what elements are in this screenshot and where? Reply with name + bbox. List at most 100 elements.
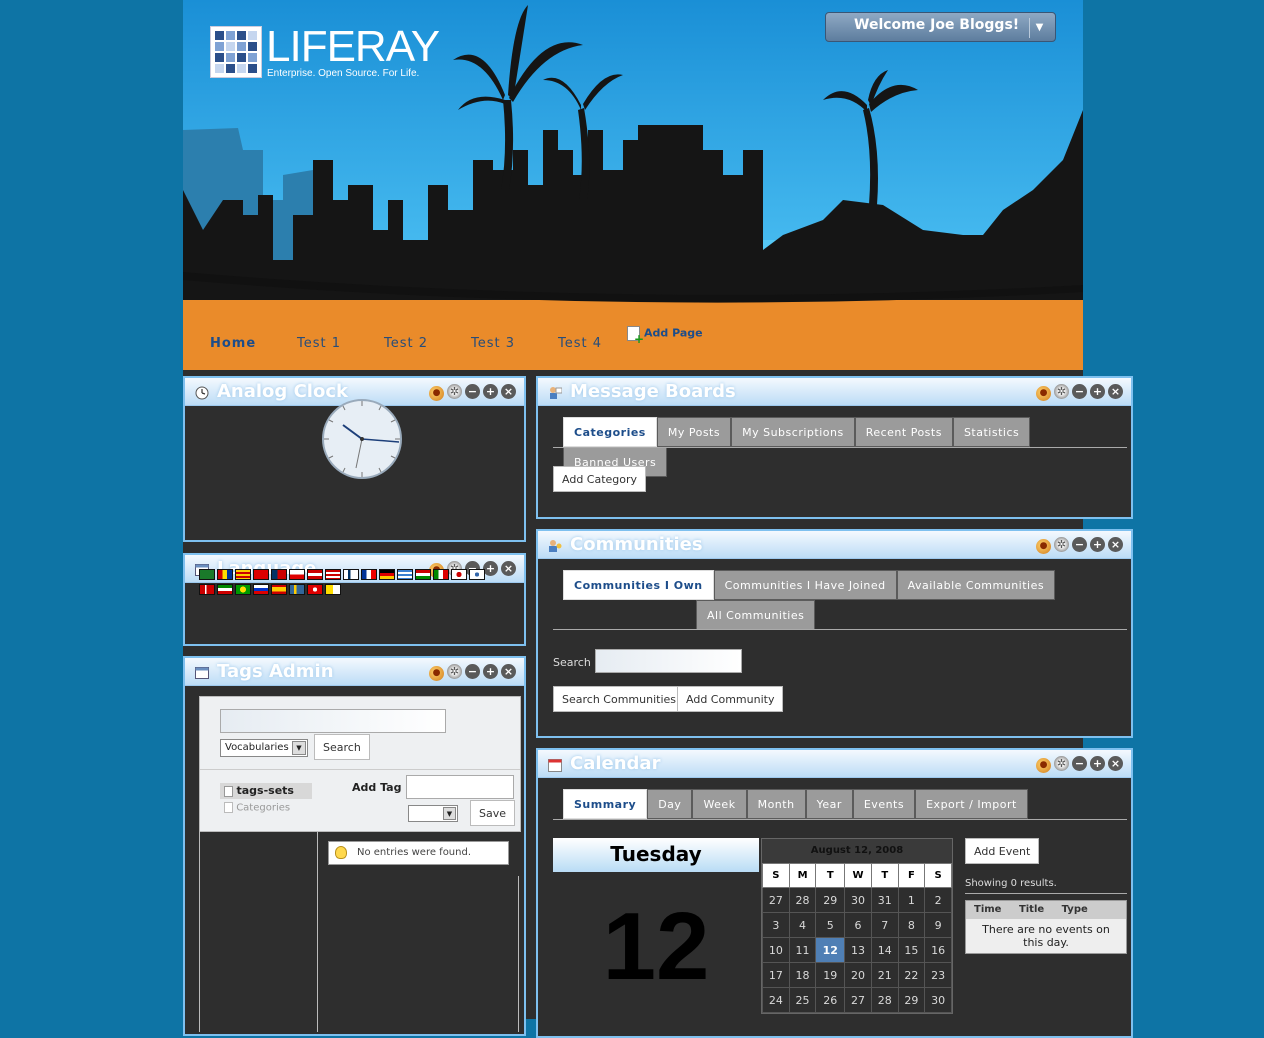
flag-icon[interactable] [217, 584, 233, 595]
flag-icon[interactable] [361, 569, 377, 580]
calendar-day[interactable]: 17 [762, 962, 790, 988]
tab-available-communities[interactable]: Available Communities [896, 570, 1056, 600]
maximize-icon[interactable]: + [483, 664, 498, 679]
flag-icon[interactable] [451, 569, 467, 580]
calendar-day[interactable]: 23 [924, 962, 952, 988]
add-category-button[interactable]: Add Category [553, 466, 647, 492]
configuration-icon[interactable]: ✲ [447, 384, 462, 399]
minimize-icon[interactable]: − [1072, 537, 1087, 552]
calendar-day[interactable]: 28 [788, 887, 817, 913]
welcome-menu[interactable]: Welcome Joe Bloggs! ▼ [825, 12, 1056, 42]
tags-search-input[interactable] [220, 709, 446, 733]
tab-export-import[interactable]: Export / Import [915, 789, 1028, 819]
calendar-day[interactable]: 24 [762, 987, 790, 1013]
calendar-day[interactable]: 9 [924, 912, 952, 938]
save-button[interactable]: Save [470, 800, 516, 826]
flag-icon[interactable] [379, 569, 395, 580]
tab-all-communities[interactable]: All Communities [696, 600, 816, 630]
maximize-icon[interactable]: + [1090, 756, 1105, 771]
minimize-icon[interactable]: − [1072, 756, 1087, 771]
chevron-down-icon[interactable]: ▼ [1029, 18, 1049, 38]
tab-my-posts[interactable]: My Posts [656, 417, 732, 447]
calendar-day[interactable]: 14 [870, 937, 899, 963]
calendar-day[interactable]: 27 [762, 887, 790, 913]
tab-my-subscriptions[interactable]: My Subscriptions [731, 417, 855, 447]
calendar-day[interactable]: 3 [762, 912, 790, 938]
calendar-day[interactable]: 16 [924, 937, 952, 963]
liferay-logo[interactable]: LIFERAY Enterprise. Open Source. For Lif… [210, 22, 440, 84]
calendar-day[interactable]: 20 [844, 962, 872, 988]
calendar-day[interactable]: 30 [844, 887, 872, 913]
flag-icon[interactable] [235, 584, 251, 595]
calendar-day[interactable]: 5 [815, 912, 846, 938]
nav-item-home[interactable]: Home [210, 336, 256, 351]
flag-icon[interactable] [307, 569, 323, 580]
look-and-feel-icon[interactable]: ● [429, 386, 444, 401]
close-icon[interactable]: × [1108, 537, 1123, 552]
calendar-day[interactable]: 12 [815, 937, 846, 963]
tags-search-button[interactable]: Search [314, 734, 370, 760]
flag-icon[interactable] [343, 569, 359, 580]
vocab-item-categories[interactable]: Categories [220, 802, 290, 814]
add-event-button[interactable]: Add Event [965, 838, 1040, 864]
tab-communities-i-have-joined[interactable]: Communities I Have Joined [713, 570, 897, 600]
minimize-icon[interactable]: − [465, 664, 480, 679]
calendar-day[interactable]: 1 [897, 887, 926, 913]
flag-icon[interactable] [253, 584, 269, 595]
flag-icon[interactable] [325, 584, 341, 595]
calendar-day[interactable]: 29 [815, 887, 846, 913]
look-and-feel-icon[interactable]: ● [1036, 539, 1051, 554]
search-communities-button[interactable]: Search Communities [553, 686, 685, 712]
minimize-icon[interactable]: − [465, 384, 480, 399]
flag-icon[interactable] [217, 569, 233, 580]
calendar-day[interactable]: 13 [844, 937, 872, 963]
tab-summary[interactable]: Summary [563, 789, 648, 819]
calendar-day[interactable]: 31 [870, 887, 899, 913]
flag-icon[interactable] [325, 569, 341, 580]
maximize-icon[interactable]: + [1090, 537, 1105, 552]
flag-icon[interactable] [271, 584, 287, 595]
tab-year[interactable]: Year [805, 789, 853, 819]
tab-recent-posts[interactable]: Recent Posts [854, 417, 953, 447]
calendar-day[interactable]: 7 [870, 912, 899, 938]
calendar-day[interactable]: 11 [788, 937, 817, 963]
calendar-day[interactable]: 26 [815, 987, 846, 1013]
close-icon[interactable]: × [501, 384, 516, 399]
flag-icon[interactable] [415, 569, 431, 580]
flag-icon[interactable] [253, 569, 269, 580]
nav-item-test-4[interactable]: Test 4 [558, 336, 602, 351]
calendar-day[interactable]: 25 [788, 987, 817, 1013]
calendar-day[interactable]: 30 [924, 987, 952, 1013]
tab-categories[interactable]: Categories [563, 417, 657, 447]
add-community-button[interactable]: Add Community [677, 686, 784, 712]
add-tag-input[interactable] [406, 775, 514, 799]
flag-icon[interactable] [271, 569, 287, 580]
add-page-link[interactable]: Add Page [627, 326, 703, 346]
flag-icon[interactable] [289, 584, 305, 595]
tag-vocab-select[interactable]: ▼ [408, 805, 458, 822]
calendar-day[interactable]: 8 [897, 912, 926, 938]
flag-icon[interactable] [199, 569, 215, 580]
maximize-icon[interactable]: + [483, 384, 498, 399]
flag-icon[interactable] [235, 569, 251, 580]
configuration-icon[interactable]: ✲ [1054, 537, 1069, 552]
calendar-day[interactable]: 27 [844, 987, 872, 1013]
close-icon[interactable]: × [1108, 384, 1123, 399]
flag-icon[interactable] [433, 569, 449, 580]
calendar-day[interactable]: 28 [870, 987, 899, 1013]
tab-month[interactable]: Month [746, 789, 806, 819]
nav-item-test-2[interactable]: Test 2 [384, 336, 428, 351]
configuration-icon[interactable]: ✲ [447, 664, 462, 679]
calendar-day[interactable]: 21 [870, 962, 899, 988]
calendar-day[interactable]: 10 [762, 937, 790, 963]
flag-icon[interactable] [469, 569, 485, 580]
maximize-icon[interactable]: + [1090, 384, 1105, 399]
configuration-icon[interactable]: ✲ [1054, 756, 1069, 771]
calendar-day[interactable]: 29 [897, 987, 926, 1013]
flag-icon[interactable] [199, 584, 215, 595]
calendar-day[interactable]: 4 [788, 912, 817, 938]
minimize-icon[interactable]: − [1072, 384, 1087, 399]
community-search-input[interactable] [595, 649, 742, 673]
calendar-day[interactable]: 18 [788, 962, 817, 988]
calendar-day[interactable]: 22 [897, 962, 926, 988]
